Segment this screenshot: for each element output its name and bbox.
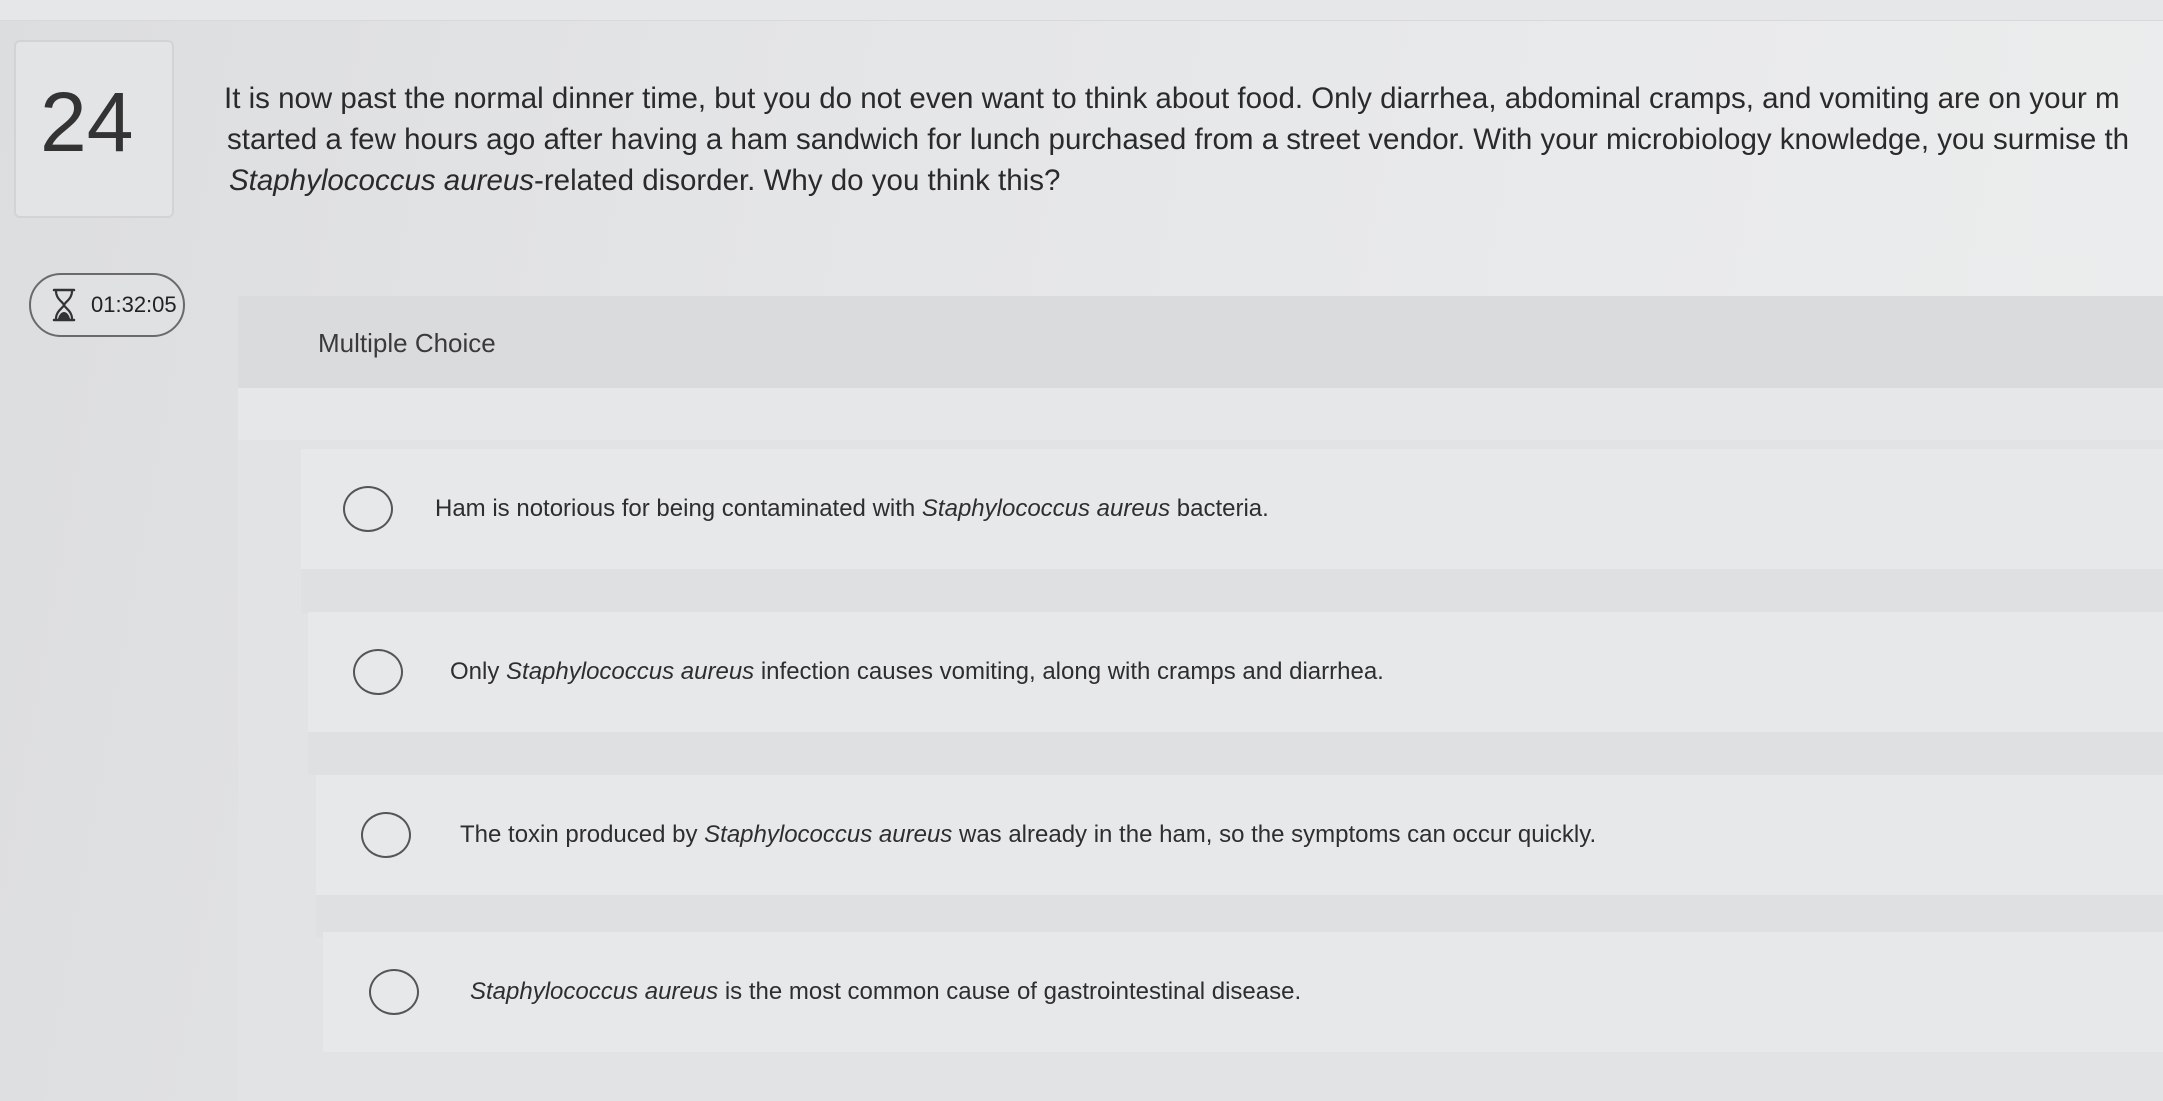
choice-divider bbox=[301, 569, 2163, 613]
timer[interactable]: 01:32:05 bbox=[29, 273, 185, 337]
question-text: It is now past the normal dinner time, b… bbox=[224, 78, 2163, 201]
choice-text-before: The toxin produced by bbox=[460, 821, 705, 848]
timer-value: 01:32:05 bbox=[91, 292, 177, 317]
panel-stripe bbox=[238, 388, 2163, 440]
hourglass-icon bbox=[52, 288, 76, 322]
choice-organism: Staphylococcus aureus bbox=[506, 658, 755, 685]
question-line-3-rest: -related disorder. Why do you think this… bbox=[534, 164, 1061, 197]
question-line-3: Staphylococcus aureus-related disorder. … bbox=[224, 160, 2163, 201]
choice-option-4[interactable]: Staphylococcus aureus is the most common… bbox=[323, 932, 2163, 1052]
question-number: 24 bbox=[40, 75, 134, 169]
top-bar bbox=[0, 0, 2163, 21]
radio-button[interactable] bbox=[343, 486, 393, 532]
question-organism: Staphylococcus aureus bbox=[229, 164, 535, 197]
choice-organism: Staphylococcus aureus bbox=[921, 495, 1171, 522]
choice-divider bbox=[316, 893, 2163, 937]
choice-text-before: Ham is notorious for being contaminated … bbox=[435, 495, 922, 522]
choice-text: Ham is notorious for being contaminated … bbox=[435, 495, 1269, 523]
question-type-label: Multiple Choice bbox=[318, 328, 496, 358]
panel-header: Multiple Choice bbox=[238, 296, 2163, 388]
choice-text-after: is the most common cause of gastrointest… bbox=[718, 978, 1302, 1005]
choice-option-1[interactable]: Ham is notorious for being contaminated … bbox=[301, 449, 2163, 569]
radio-button[interactable] bbox=[361, 812, 411, 858]
choice-text: Only Staphylococcus aureus infection cau… bbox=[450, 658, 1384, 686]
choice-text: Staphylococcus aureus is the most common… bbox=[470, 978, 1301, 1006]
choice-text-before: Only bbox=[450, 658, 507, 685]
choice-option-3[interactable]: The toxin produced by Staphylococcus aur… bbox=[316, 775, 2163, 895]
choice-text: The toxin produced by Staphylococcus aur… bbox=[460, 821, 1596, 849]
choice-text-after: was already in the ham, so the symptoms … bbox=[952, 821, 1597, 848]
radio-button[interactable] bbox=[353, 649, 403, 695]
choice-organism: Staphylococcus aureus bbox=[704, 821, 953, 848]
radio-button[interactable] bbox=[369, 969, 419, 1015]
choice-text-after: infection causes vomiting, along with cr… bbox=[754, 658, 1384, 685]
question-line-1: It is now past the normal dinner time, b… bbox=[224, 82, 2120, 115]
choice-organism: Staphylococcus aureus bbox=[470, 978, 719, 1005]
choice-divider bbox=[308, 731, 2163, 775]
choice-option-2[interactable]: Only Staphylococcus aureus infection cau… bbox=[308, 612, 2163, 732]
choice-text-after: bacteria. bbox=[1170, 495, 1269, 522]
question-line-2: started a few hours ago after having a h… bbox=[227, 123, 2130, 156]
